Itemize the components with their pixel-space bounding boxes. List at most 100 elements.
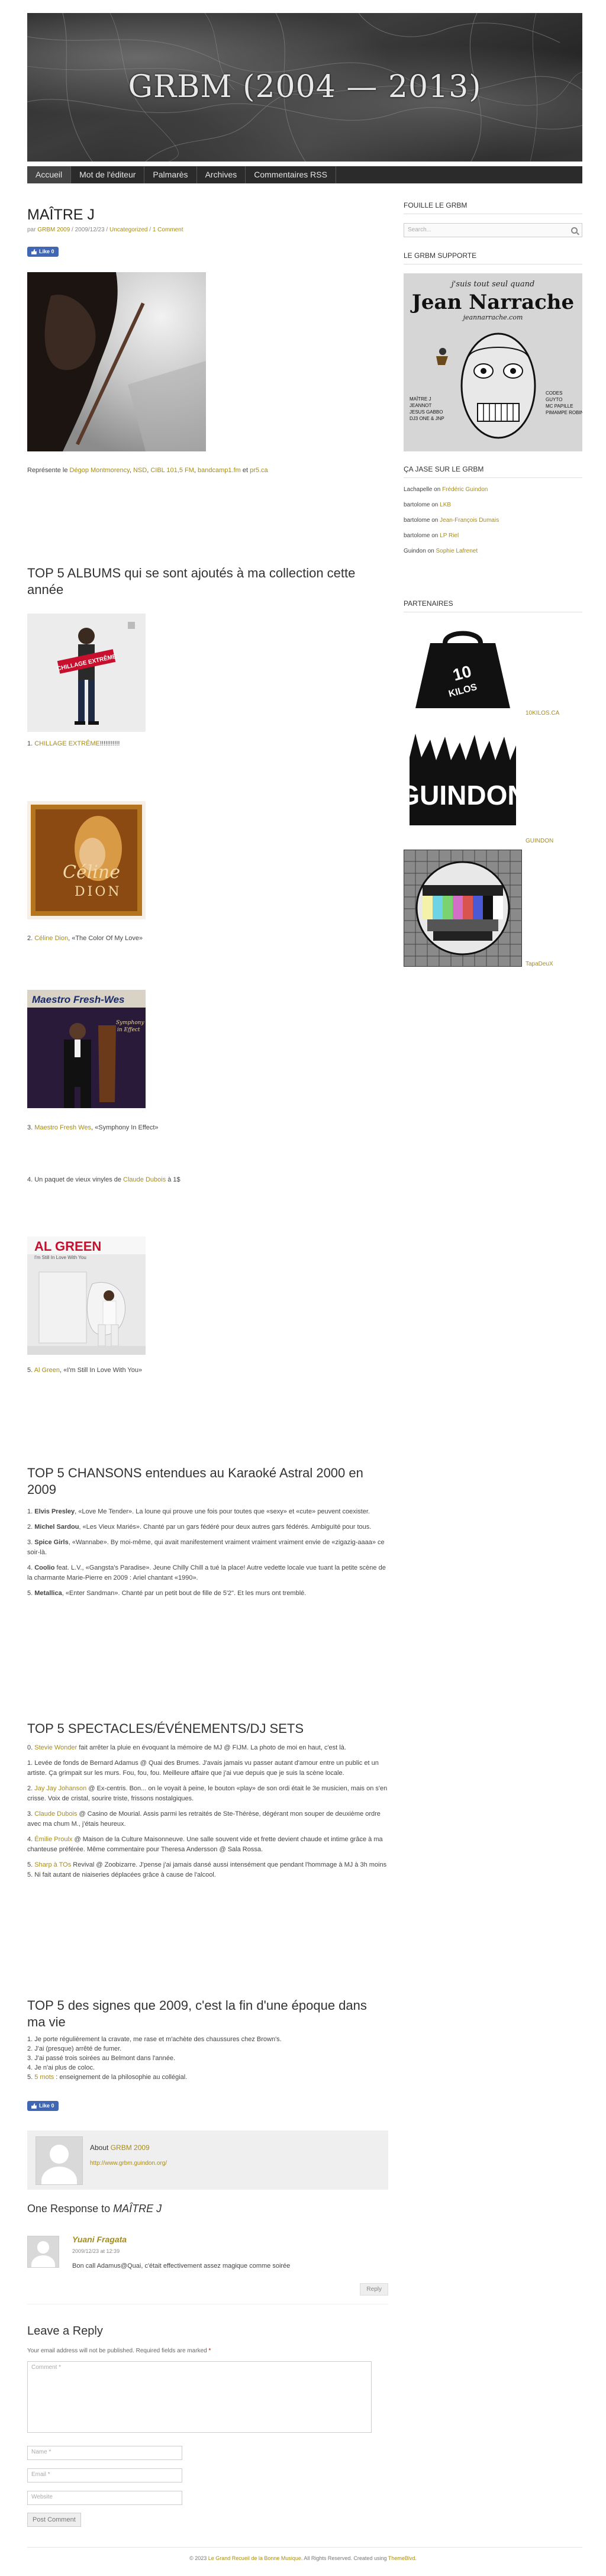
rc-post-link[interactable]: LKB xyxy=(440,502,451,508)
album-artist-link[interactable]: Al Green xyxy=(34,1367,60,1374)
link-cibl[interactable]: CIBL 101,5 FM xyxy=(150,467,194,474)
poster-title: Jean Narrache xyxy=(410,290,574,314)
item-num: 2. xyxy=(27,935,35,942)
reply-heading: Leave a Reply xyxy=(27,2325,103,2338)
album-item-2: 2. Céline Dion, «The Color Of My Love» xyxy=(27,934,388,943)
show-artist-link[interactable]: Émilie Proulx xyxy=(34,1836,72,1843)
partner-logo-guindon[interactable]: GUINDON xyxy=(404,728,522,837)
nav-item-mot-editeur[interactable]: Mot de l'éditeur xyxy=(71,166,145,183)
show-item-4: 4. Émilie Proulx @ Maison de la Culture … xyxy=(27,1835,388,1855)
recent-comment-1: Lachapelle on Frédéric Guindon xyxy=(404,486,488,493)
comment-author[interactable]: Yuani Fragata xyxy=(72,2235,127,2244)
rc-author: bartolome xyxy=(404,502,430,508)
partner-link-tapadeux[interactable]: TapaDeuX xyxy=(526,961,553,967)
item-num: 4. Un paquet de vieux vinyles de xyxy=(27,1176,124,1183)
item-num: 1. xyxy=(27,740,35,747)
sign-item-3: 3. J'ai passé trois soirées au Belmont d… xyxy=(27,2055,176,2062)
album-artist-link[interactable]: CHILLAGE EXTRÊME xyxy=(34,740,100,747)
rc-post-link[interactable]: Frédéric Guindon xyxy=(442,486,488,493)
song-item-4: 4. Coolio feat. L.V., «Gangsta's Paradis… xyxy=(27,1563,388,1583)
partner-link-guindon[interactable]: GUINDON xyxy=(526,838,553,844)
album-item-4: 4. Un paquet de vieux vinyles de Claude … xyxy=(27,1175,388,1184)
album-artist-link[interactable]: Maestro Fresh Wes xyxy=(34,1124,91,1131)
album-artist-link[interactable]: Céline Dion xyxy=(34,935,68,942)
facebook-like-button[interactable]: Like 0 xyxy=(27,247,59,257)
show-item-3: 3. Claude Dubois @ Casino de Mourial. As… xyxy=(27,1809,388,1829)
item-num: 5. xyxy=(27,2074,35,2081)
album-artist-link[interactable]: Claude Dubois xyxy=(123,1176,166,1183)
website-field[interactable]: Website xyxy=(27,2491,182,2505)
post-comment-button[interactable]: Post Comment xyxy=(27,2513,81,2527)
rc-on: on xyxy=(430,517,440,524)
name-field[interactable]: Name * xyxy=(27,2446,182,2460)
author-heading: About GRBM 2009 xyxy=(90,2144,150,2152)
footer-mid: . All Rights Reserved. Created using xyxy=(301,2555,388,2561)
link-bandcamp[interactable]: bandcamp1.fm xyxy=(198,467,241,474)
show-artist-link[interactable]: Claude Dubois xyxy=(34,1810,77,1818)
nav-item-rss[interactable]: Commentaires RSS xyxy=(246,166,336,183)
show-item-5: 5. Sharp à TOs Revival @ Zoobizarre. J'p… xyxy=(27,1860,388,1880)
recent-comment-5: Guindon on Sophie Lafrenet xyxy=(404,548,478,554)
site-banner[interactable]: GRBM (2004 — 2013) xyxy=(27,13,582,162)
rc-on: on xyxy=(426,548,436,554)
song-text: , «Love Me Tender». La loune qui prouve … xyxy=(75,1508,370,1515)
show-artist-link[interactable]: Jay Jay Johanson xyxy=(34,1785,86,1792)
show-item-2: 2. Jay Jay Johanson @ Ex-centris. Bon...… xyxy=(27,1784,388,1804)
comment-date[interactable]: 2009/12/23 at 12:39 xyxy=(72,2248,120,2254)
main-nav: Accueil Mot de l'éditeur Palmarès Archiv… xyxy=(27,166,582,183)
facebook-like-button-2[interactable]: Like 0 xyxy=(27,2101,59,2111)
rc-post-link[interactable]: LP Riel xyxy=(440,532,459,539)
comment-reply-button[interactable]: Reply xyxy=(360,2283,388,2296)
search-heading: FOUILLE LE GRBM xyxy=(404,201,582,214)
item-num: 0. xyxy=(27,1744,35,1751)
rc-author: bartolome xyxy=(404,517,430,524)
link-degop[interactable]: Dégop Montmorency xyxy=(70,467,130,474)
search-icon[interactable] xyxy=(571,227,578,234)
footer-theme-link[interactable]: ThemeBlvd xyxy=(388,2555,415,2561)
meta-comments-link[interactable]: 1 Comment xyxy=(153,227,183,233)
five-mots-link[interactable]: 5 mots xyxy=(34,2074,54,2081)
song-text: , «Wannabe». By moi-même, qui avait mani… xyxy=(27,1539,385,1556)
meta-by: par xyxy=(27,227,36,233)
rc-post-link[interactable]: Sophie Lafrenet xyxy=(436,548,478,554)
svg-text:DJ3 ONE & JNP: DJ3 ONE & JNP xyxy=(410,416,444,421)
rc-post-link[interactable]: Jean-François Dumais xyxy=(440,517,499,524)
album-cover-chillage: CHILLAGE EXTRÊME xyxy=(27,614,146,732)
footer-copy: © 2023 xyxy=(189,2555,208,2561)
link-pr5[interactable]: pr5.ca xyxy=(250,467,268,474)
show-artist-link[interactable]: Stevie Wonder xyxy=(34,1744,77,1751)
partner-logo-10kilos[interactable]: 10 KILOS xyxy=(404,619,522,717)
svg-text:GUINDON: GUINDON xyxy=(404,780,522,811)
partner-logo-tapadeux[interactable] xyxy=(404,850,522,967)
email-field[interactable]: Email * xyxy=(27,2468,182,2483)
reply-note: Your email address will not be published… xyxy=(27,2348,211,2354)
author-name-link[interactable]: GRBM 2009 xyxy=(111,2144,150,2152)
sign-item-4: 4. Je n'ai plus de coloc. xyxy=(27,2064,95,2071)
show-artist-link[interactable]: Sharp à TOs xyxy=(34,1861,71,1868)
site-title[interactable]: GRBM (2004 — 2013) xyxy=(27,69,582,105)
album-title: , «I'm Still In Love With You» xyxy=(60,1367,143,1374)
song-item-2: 2. Michel Sardou, «Les Vieux Mariés». Ch… xyxy=(27,1522,388,1532)
item-num: 5. xyxy=(27,1861,35,1868)
partner-link-10kilos[interactable]: 10KILOS.CA xyxy=(526,710,559,716)
sign-item-1: 1. Je porte régulièrement la cravate, me… xyxy=(27,2036,282,2043)
albums-heading: TOP 5 ALBUMS qui se sont ajoutés à ma co… xyxy=(27,566,356,597)
author-url-link[interactable]: http://www.grbm.guindon.org/ xyxy=(90,2160,167,2167)
nav-item-archives[interactable]: Archives xyxy=(197,166,246,183)
link-nsd[interactable]: NSD xyxy=(133,467,147,474)
comment-textarea[interactable]: Comment * xyxy=(27,2361,372,2433)
recent-comment-3: bartolome on Jean-François Dumais xyxy=(404,517,499,524)
show-text: @ Maison de la Culture Maisonneuve. Une … xyxy=(27,1836,383,1853)
jean-narrache-poster[interactable]: j'suis tout seul quand Jean Narrache jea… xyxy=(404,273,582,451)
search-input[interactable]: Search... xyxy=(404,223,582,237)
signs-list: 1. Je porte régulièrement la cravate, me… xyxy=(27,2035,388,2082)
meta-category-link[interactable]: Uncategorized xyxy=(109,227,147,233)
meta-author-link[interactable]: GRBM 2009 xyxy=(37,227,70,233)
nav-item-palmares[interactable]: Palmarès xyxy=(144,166,197,183)
recent-comment-4: bartolome on LP Riel xyxy=(404,532,459,539)
footer-site-link[interactable]: Le Grand Recueil de la Bonne Musique xyxy=(208,2555,301,2561)
footer-end: . xyxy=(415,2555,417,2561)
reply-note-text: Your email address will not be published… xyxy=(27,2348,209,2354)
song-artist: Metallica xyxy=(34,1590,62,1597)
nav-item-accueil[interactable]: Accueil xyxy=(27,166,72,183)
